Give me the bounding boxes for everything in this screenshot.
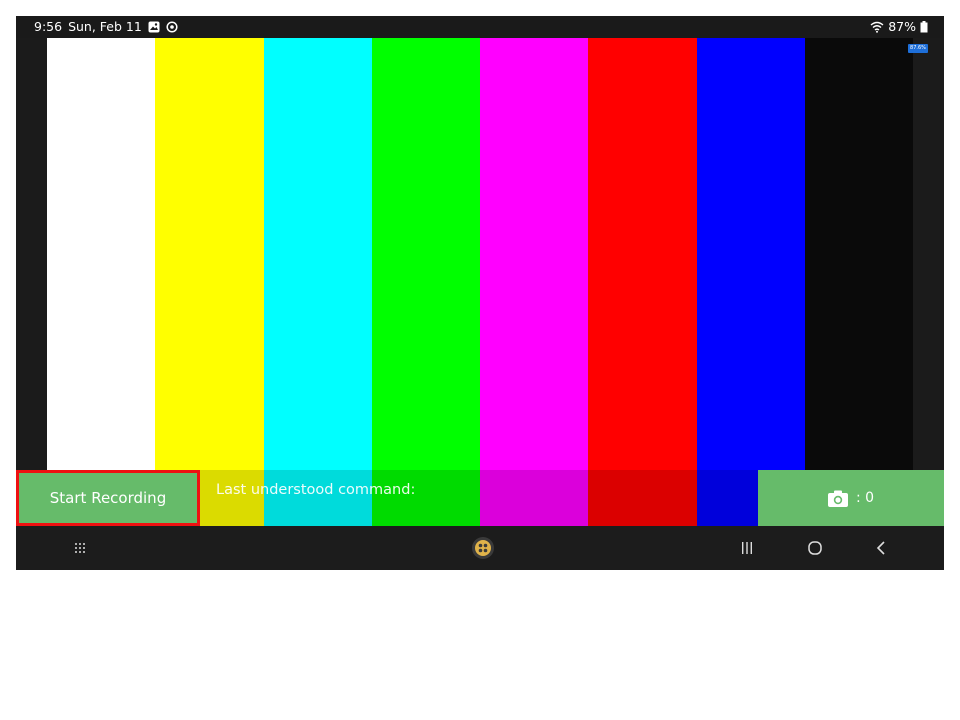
device-screen: 9:56 Sun, Feb 11 87% 87.6% Start Recordi… [16, 16, 944, 570]
control-overlay: Start Recording Last understood command:… [16, 470, 944, 526]
start-recording-label: Start Recording [49, 489, 167, 507]
last-command-text: Last understood command: [216, 482, 416, 498]
color-bar-2 [155, 38, 264, 526]
status-left: 9:56 Sun, Feb 11 [34, 16, 178, 38]
camera-icon [827, 490, 848, 507]
status-right: 87% [870, 16, 928, 38]
color-bar-1 [47, 38, 156, 526]
photo-count: : 0 [855, 490, 875, 506]
color-bar-7 [696, 38, 805, 526]
start-recording-button[interactable]: Start Recording [16, 470, 200, 526]
camera-preview: 87.6% [16, 38, 944, 526]
gallery-icon [148, 21, 160, 33]
color-bar-3 [263, 38, 372, 526]
color-bar-6 [588, 38, 697, 526]
app-drawer-icon[interactable] [68, 526, 92, 570]
home-icon[interactable] [804, 526, 826, 570]
status-bar: 9:56 Sun, Feb 11 87% [16, 16, 944, 38]
sync-icon [166, 21, 178, 33]
back-icon[interactable] [870, 526, 892, 570]
assistant-icon[interactable] [470, 526, 496, 570]
drone-battery-chip: 87.6% [908, 44, 928, 53]
color-bar-4 [371, 38, 480, 526]
recents-icon[interactable] [736, 526, 758, 570]
color-bar-8 [804, 38, 913, 526]
take-photo-button[interactable]: : 0 [758, 470, 944, 526]
color-bar-5 [480, 38, 589, 526]
battery-percent: 87% [888, 19, 916, 34]
navigation-bar [16, 526, 944, 570]
wifi-icon [870, 21, 884, 33]
color-bars [47, 38, 913, 526]
status-date: Sun, Feb 11 [68, 19, 142, 34]
status-time: 9:56 [34, 19, 63, 34]
battery-icon [920, 21, 928, 33]
